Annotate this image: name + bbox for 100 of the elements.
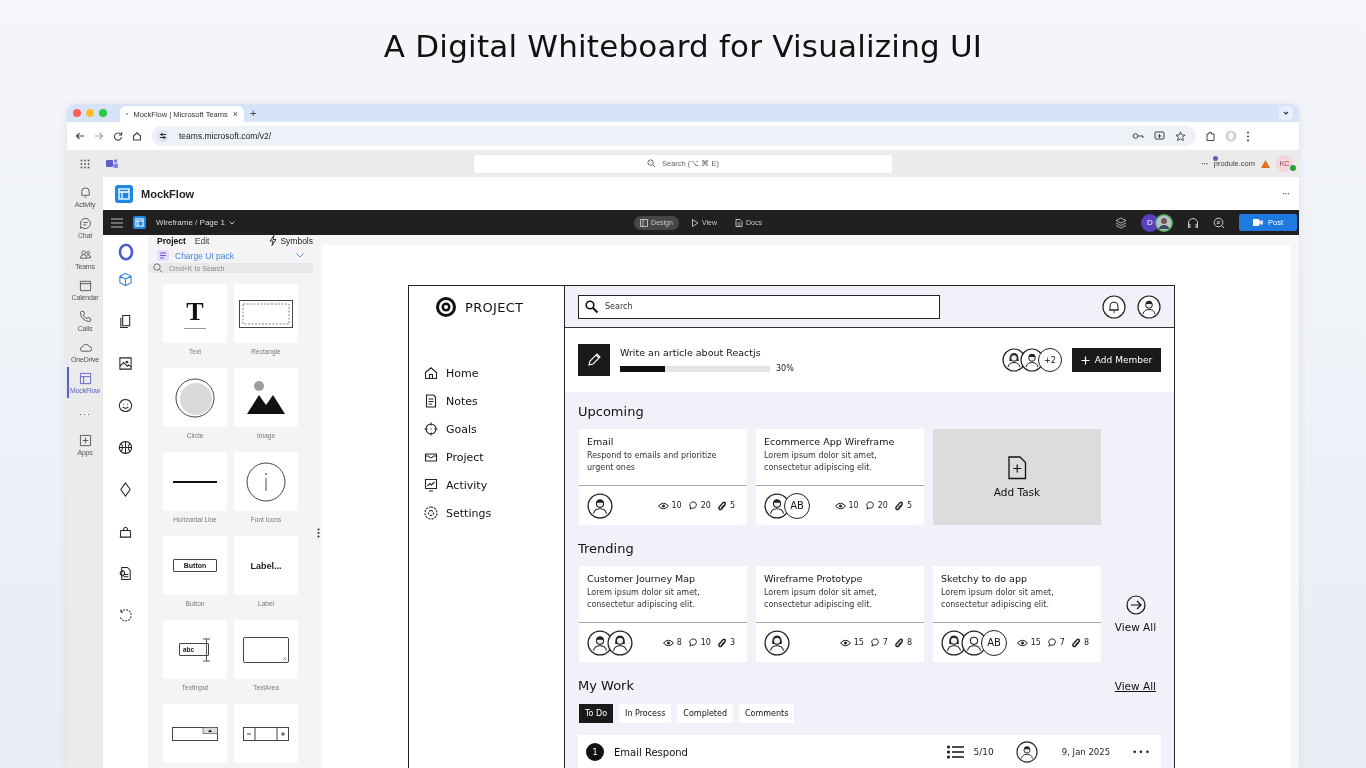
file-tool-icon[interactable] <box>118 566 133 581</box>
nav-item[interactable]: Settings <box>424 504 564 522</box>
stepper-preview-icon <box>243 726 289 741</box>
search-icon[interactable] <box>1213 216 1225 229</box>
label-sample: Label... <box>250 560 282 571</box>
comment-count: 7 <box>882 638 888 647</box>
component-tile[interactable]: Label... <box>234 536 298 595</box>
collaborator-avatar[interactable] <box>1155 213 1173 232</box>
component-tile[interactable] <box>163 704 227 763</box>
reload-icon[interactable] <box>113 131 123 141</box>
section-title: Upcoming <box>578 403 645 421</box>
card-description: Lorem ipsum dolor sit amet, consectetur adipiscing elit. <box>587 587 701 611</box>
panel-tab[interactable]: Edit <box>194 235 210 246</box>
resize-handle-icon[interactable] <box>317 528 320 538</box>
component-tile[interactable] <box>163 452 227 511</box>
search-icon <box>153 263 163 273</box>
work-tab[interactable]: In Process <box>619 704 672 723</box>
work-row[interactable]: 1 Email Respond 5/10 9, Jan 2025 ••• <box>578 735 1161 768</box>
close-tab-button[interactable]: × <box>232 109 238 119</box>
comment-count: 7 <box>1059 638 1065 647</box>
add-member-button[interactable]: Add Member <box>1072 348 1161 372</box>
component-tile[interactable]: T <box>163 284 227 343</box>
key-icon[interactable] <box>1132 131 1144 141</box>
view-count: 10 <box>848 501 859 510</box>
images-tool-icon[interactable] <box>118 356 133 371</box>
paperclip-icon <box>894 637 904 648</box>
kebab-menu-icon[interactable] <box>1246 130 1250 142</box>
rail-icon <box>78 371 92 385</box>
nav-item[interactable]: Home <box>424 364 564 382</box>
component-tile[interactable] <box>234 704 298 763</box>
eye-icon <box>834 501 846 510</box>
user-avatar <box>764 629 790 656</box>
history-tool-icon[interactable] <box>118 608 133 623</box>
line-preview-icon <box>173 479 217 484</box>
more-button[interactable]: ••• <box>1132 747 1151 757</box>
task-card[interactable]: Wireframe Prototype Lorem ipsum dolor sit amet, consectetur adipiscing elit. 15 7 8 <box>756 566 924 662</box>
view-all-button[interactable]: View All <box>1110 566 1161 662</box>
cast-icon[interactable] <box>1154 131 1165 141</box>
list-icon <box>946 745 964 759</box>
card-description: Lorem ipsum dolor sit amet, consectetur adipiscing elit. <box>764 450 878 474</box>
headphones-icon[interactable] <box>1187 216 1199 229</box>
component-tile[interactable] <box>163 368 227 427</box>
symbols-button[interactable]: Symbols <box>269 235 313 246</box>
components-tool-icon[interactable] <box>118 272 133 287</box>
menu-icon[interactable] <box>111 217 123 228</box>
teams-logo-icon <box>106 158 118 169</box>
app-launcher-icon[interactable] <box>80 158 90 169</box>
component-tile[interactable] <box>234 284 298 343</box>
ball-tool-icon[interactable] <box>118 440 133 455</box>
more-button[interactable]: ··· <box>1200 158 1208 169</box>
add-task-button[interactable]: Add Task <box>933 429 1101 525</box>
pack-selector[interactable]: Charge UI pack <box>148 250 313 261</box>
home-icon[interactable] <box>132 131 142 141</box>
nav-item[interactable]: Goals <box>424 420 564 438</box>
pages-tool-icon[interactable] <box>118 314 133 329</box>
paperclip-icon <box>1071 637 1081 648</box>
panel-tab[interactable]: Project <box>157 235 186 246</box>
task-card[interactable]: Sketchy to do app Lorem ipsum dolor sit amet, consectetur adipiscing elit. AB 15 7 8 <box>933 566 1101 662</box>
work-tab[interactable]: To Do <box>579 704 614 723</box>
nav-item[interactable]: Activity <box>424 476 564 494</box>
target-logo-icon <box>435 296 457 318</box>
task-card[interactable]: Email Respond to emails and prioritize urgent ones 10 20 5 <box>579 429 747 525</box>
home-icon <box>424 366 438 380</box>
brand-name: PROJECT <box>465 299 524 315</box>
view-count: 10 <box>671 501 682 510</box>
task-card[interactable]: Customer Journey Map Lorem ipsum dolor sit amet, consectetur adipiscing elit. 8 10 3 <box>579 566 747 662</box>
page-selector[interactable]: Wireframe / Page 1 <box>156 218 235 227</box>
eye-icon <box>839 638 851 647</box>
component-tile[interactable] <box>234 620 298 679</box>
docs-mode-icon <box>734 218 743 227</box>
more-button[interactable]: ··· <box>1282 188 1289 199</box>
emoji-tool-icon[interactable] <box>118 398 133 413</box>
attachment-count: 5 <box>729 501 735 510</box>
rail-item[interactable]: ··· <box>67 398 103 429</box>
notification-bell-icon[interactable] <box>1102 294 1126 319</box>
new-tab-button[interactable]: + <box>250 107 257 119</box>
nav-item[interactable]: Project <box>424 448 564 466</box>
rail-icon <box>78 247 92 261</box>
address-field[interactable]: teams.microsoft.com/v2/ <box>151 126 1196 146</box>
task-card[interactable]: Ecommerce App Wireframe Lorem ipsum dolor sit amet, consectetur adipiscing elit. AB 10 20 5 <box>756 429 924 525</box>
back-icon[interactable] <box>75 131 85 141</box>
component-tile[interactable] <box>234 368 298 427</box>
nav-item[interactable]: Notes <box>424 392 564 410</box>
search-field[interactable]: Search <box>578 294 940 319</box>
activity-icon <box>424 478 438 492</box>
work-tab[interactable]: Completed <box>677 704 733 723</box>
card-description: Lorem ipsum dolor sit amet, consectetur adipiscing elit. <box>941 587 1055 611</box>
rectangle-preview-icon <box>239 299 293 328</box>
caret-icon <box>228 220 235 225</box>
view-all-link[interactable]: View All <box>1114 680 1156 692</box>
view-mode-icon <box>690 218 699 227</box>
bag-tool-icon[interactable] <box>118 524 133 539</box>
work-tab[interactable]: Comments <box>739 704 795 723</box>
extension-icon[interactable] <box>1205 130 1216 142</box>
layers-icon[interactable] <box>1115 216 1127 229</box>
site-settings-icon[interactable] <box>157 130 169 142</box>
star-icon[interactable] <box>1175 130 1186 142</box>
diamond-tool-icon[interactable] <box>118 482 133 497</box>
row-number: 1 <box>586 743 604 761</box>
component-tile[interactable] <box>234 452 298 511</box>
